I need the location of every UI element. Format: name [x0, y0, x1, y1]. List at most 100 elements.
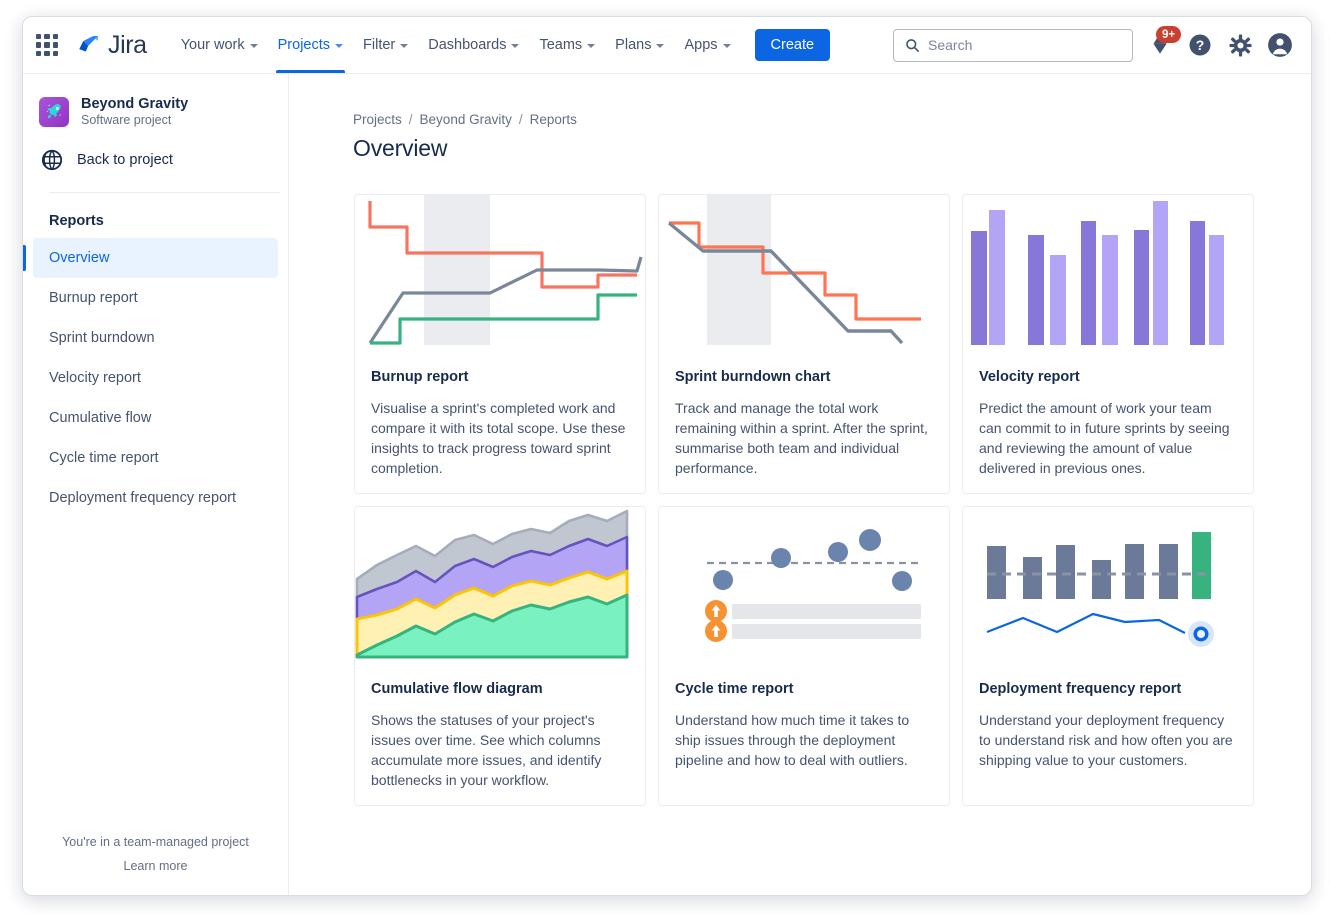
cumulative-flow-svg	[355, 507, 645, 669]
search-icon	[905, 38, 920, 53]
nav-item-plans[interactable]: Plans	[605, 17, 674, 73]
main-content: Projects / Beyond Gravity / Reports Over…	[289, 74, 1311, 895]
search-placeholder: Search	[928, 37, 972, 53]
back-to-project-label: Back to project	[77, 152, 173, 168]
card-description: Understand how much time it takes to shi…	[659, 697, 949, 770]
sidebar-item-cycle-time-report[interactable]: Cycle time report	[33, 438, 278, 478]
search-input[interactable]: Search	[893, 29, 1133, 62]
sidebar-item-burnup-report[interactable]: Burnup report	[33, 278, 278, 318]
nav-item-projects[interactable]: Projects	[268, 17, 353, 73]
deployment-frequency-thumbnail	[963, 507, 1253, 669]
report-card-cycle-time[interactable]: Cycle time report Understand how much ti…	[658, 506, 950, 806]
chevron-down-icon	[335, 44, 343, 48]
velocity-bar-chart-thumbnail	[963, 195, 1253, 357]
nav-label: Projects	[278, 37, 330, 53]
globe-icon	[41, 149, 63, 171]
nav-label: Dashboards	[428, 37, 506, 53]
sidebar-item-label: Velocity report	[49, 370, 141, 386]
sidebar-item-deployment-frequency-report[interactable]: Deployment frequency report	[33, 478, 278, 518]
issue-row	[705, 620, 921, 642]
chevron-down-icon	[656, 44, 664, 48]
scatter-point	[713, 570, 733, 590]
report-card-cumulative-flow[interactable]: Cumulative flow diagram Shows the status…	[354, 506, 646, 806]
breadcrumb-item-beyond-gravity[interactable]: Beyond Gravity	[420, 112, 512, 127]
sidebar-item-sprint-burndown[interactable]: Sprint burndown	[33, 318, 278, 358]
card-title: Deployment frequency report	[963, 669, 1253, 697]
report-card-velocity[interactable]: Velocity report Predict the amount of wo…	[962, 194, 1254, 494]
jira-logo-text: Jira	[108, 31, 147, 60]
avatar-glyph	[1267, 32, 1293, 58]
scatter-point	[892, 571, 912, 591]
nav-label: Your work	[181, 37, 245, 53]
nav-item-apps[interactable]: Apps	[674, 17, 740, 73]
create-button[interactable]: Create	[755, 29, 831, 61]
jira-app-window: Jira Your work Projects Filter Dashboard…	[22, 16, 1312, 896]
rocket-glyph	[44, 101, 65, 122]
breadcrumb-separator: /	[519, 112, 523, 127]
card-description: Visualise a sprint's completed work and …	[355, 385, 645, 478]
nav-label: Filter	[363, 37, 395, 53]
sidebar-item-overview[interactable]: Overview	[33, 238, 278, 278]
jira-mark-icon	[76, 32, 102, 58]
cycle-time-svg	[659, 507, 949, 669]
card-title: Cycle time report	[659, 669, 949, 697]
app-switcher-icon[interactable]	[36, 34, 58, 56]
breadcrumb-item-projects[interactable]: Projects	[353, 112, 402, 127]
scatter-point	[771, 548, 791, 568]
card-description: Track and manage the total work remainin…	[659, 385, 949, 478]
page-title: Overview	[289, 127, 1311, 162]
nav-item-dashboards[interactable]: Dashboards	[418, 17, 529, 73]
burndown-chart-thumbnail	[659, 195, 949, 357]
nav-item-teams[interactable]: Teams	[529, 17, 605, 73]
chevron-down-icon	[511, 44, 519, 48]
help-icon[interactable]: ?	[1187, 32, 1213, 58]
breadcrumb-item-reports[interactable]: Reports	[530, 112, 577, 127]
notifications-bell-icon[interactable]: 9+	[1147, 32, 1173, 58]
rocket-icon	[39, 97, 69, 127]
trend-line	[987, 614, 1185, 633]
nav-label: Teams	[539, 37, 582, 53]
card-description: Understand your deployment frequency to …	[963, 697, 1253, 770]
sidebar-item-label: Cumulative flow	[49, 410, 151, 426]
cycle-time-scatter-thumbnail	[659, 507, 949, 669]
burndown-chart-svg	[659, 195, 949, 357]
report-card-deployment-frequency[interactable]: Deployment frequency report Understand y…	[962, 506, 1254, 806]
notification-count-badge: 9+	[1156, 26, 1181, 43]
sidebar-item-label: Deployment frequency report	[49, 490, 236, 506]
nav-label: Plans	[615, 37, 651, 53]
project-type: Software project	[81, 113, 188, 127]
card-title: Burnup report	[355, 357, 645, 385]
burnup-chart-svg	[355, 195, 645, 357]
settings-gear-icon[interactable]	[1227, 32, 1253, 58]
card-description: Predict the amount of work your team can…	[963, 385, 1253, 478]
sidebar-section-reports: Reports	[23, 193, 288, 229]
team-managed-note: You're in a team-managed project	[23, 835, 288, 849]
sidebar-item-velocity-report[interactable]: Velocity report	[33, 358, 278, 398]
chevron-down-icon	[587, 44, 595, 48]
sidebar-item-label: Sprint burndown	[49, 330, 155, 346]
svg-text:?: ?	[1196, 37, 1205, 53]
project-sidebar: Beyond Gravity Software project Back to …	[23, 74, 289, 895]
chevron-down-icon	[250, 44, 258, 48]
sidebar-item-cumulative-flow[interactable]: Cumulative flow	[33, 398, 278, 438]
issue-row	[705, 600, 921, 622]
nav-item-filter[interactable]: Filter	[353, 17, 418, 73]
velocity-chart-svg	[963, 195, 1253, 357]
nav-item-your-work[interactable]: Your work	[171, 17, 268, 73]
account-avatar-icon[interactable]	[1267, 32, 1293, 58]
help-glyph: ?	[1188, 33, 1212, 57]
top-nav-right-group: Search 9+ ?	[893, 29, 1311, 62]
learn-more-link[interactable]: Learn more	[23, 859, 288, 873]
project-header[interactable]: Beyond Gravity Software project	[23, 74, 288, 127]
card-description: Shows the statuses of your project's iss…	[355, 697, 645, 790]
scatter-point	[859, 529, 881, 551]
report-card-burnup[interactable]: Burnup report Visualise a sprint's compl…	[354, 194, 646, 494]
back-to-project-link[interactable]: Back to project	[41, 149, 288, 171]
chevron-down-icon	[400, 44, 408, 48]
report-card-sprint-burndown[interactable]: Sprint burndown chart Track and manage t…	[658, 194, 950, 494]
jira-logo[interactable]: Jira	[76, 31, 147, 60]
card-title: Sprint burndown chart	[659, 357, 949, 385]
gear-glyph	[1228, 33, 1253, 58]
deployment-frequency-svg	[963, 507, 1253, 669]
top-navigation-bar: Jira Your work Projects Filter Dashboard…	[23, 17, 1311, 74]
